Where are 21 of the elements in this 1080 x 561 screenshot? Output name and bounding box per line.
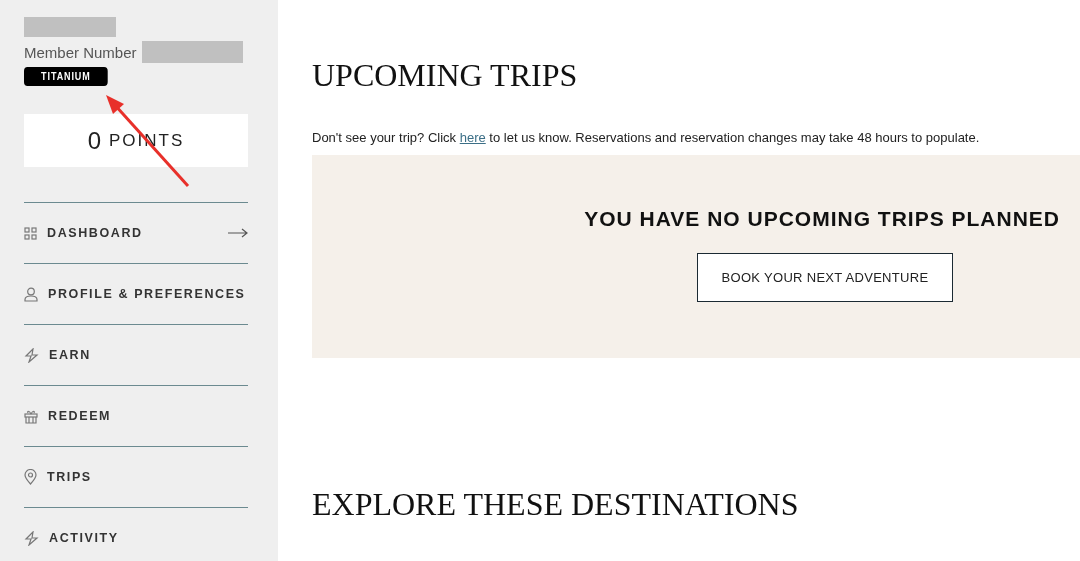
section-title: UPCOMING TRIPS [312, 57, 578, 94]
here-link[interactable]: here [459, 130, 486, 145]
sidebar-item[interactable]: DASHBOARD [24, 202, 248, 263]
member-number-label: Member Number [24, 43, 137, 61]
points-value: 0 [87, 126, 102, 155]
sidebar-item[interactable]: EARN [24, 324, 248, 385]
lightning-icon [24, 530, 39, 546]
grid-icon [24, 226, 37, 240]
tier-badge: TITANIUM [24, 67, 108, 86]
section-title: EXPLORE THESE DESTINATIONS [312, 486, 799, 523]
lightning-icon [24, 347, 39, 363]
notice-text: Don't see your trip? Click here to let us know. Reservations and reservation changes may take 48 hours to populate. [312, 130, 980, 145]
person-icon [24, 286, 38, 302]
empty-message: YOU HAVE NO UPCOMING TRIPS PLANNED [584, 207, 1060, 231]
sidebar-item[interactable]: PROFILE & PREFERENCES [24, 263, 248, 324]
gift-icon [24, 408, 38, 424]
sidebar-item[interactable]: ACTIVITY [24, 507, 248, 561]
book-adventure-button[interactable]: BOOK YOUR NEXT ADVENTURE [697, 253, 953, 302]
location-pin-icon [24, 469, 37, 485]
sidebar-item[interactable]: REDEEM [24, 385, 248, 446]
sidebar-item[interactable]: TRIPS [24, 446, 248, 507]
